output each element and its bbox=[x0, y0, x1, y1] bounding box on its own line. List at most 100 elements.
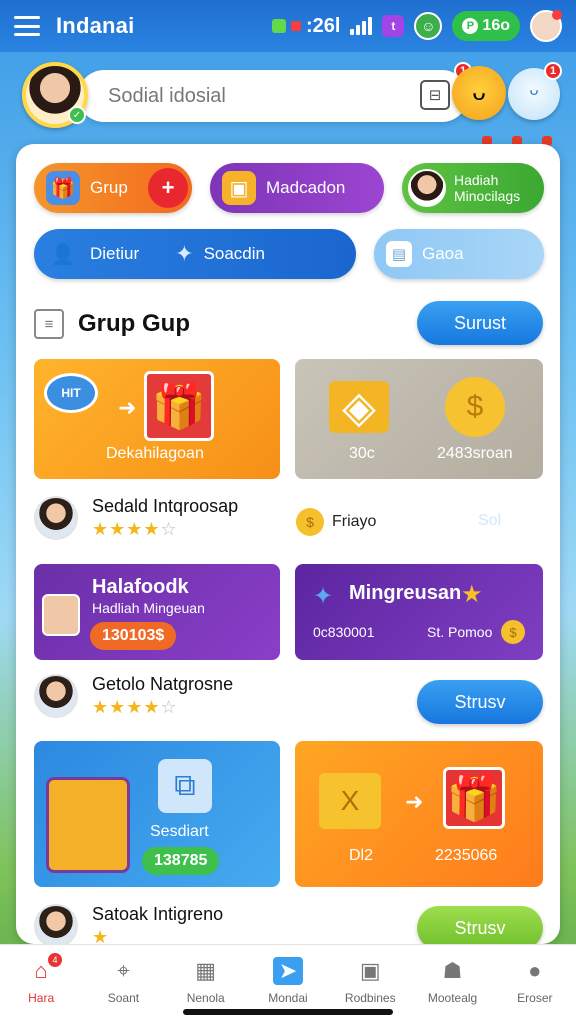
arrow-icon: ➜ bbox=[118, 395, 137, 420]
tile-2-right: 2483sroan bbox=[437, 445, 513, 462]
arrow-icon: ➜ bbox=[405, 789, 424, 814]
clock-red-mark: ■ bbox=[289, 14, 302, 37]
section-title: Grup Gup bbox=[78, 310, 190, 337]
box-icon: ▣ bbox=[222, 171, 256, 205]
gift-box-icon: 🎁 bbox=[443, 767, 505, 829]
side-reward[interactable]: $ Friayo bbox=[296, 508, 376, 536]
clock: ■ :26l bbox=[271, 14, 341, 38]
avatar bbox=[34, 496, 78, 540]
gaoa-button[interactable]: ▤ Gaoa bbox=[374, 229, 544, 279]
gift-icon: 🎁 bbox=[46, 171, 80, 205]
tile-5-price[interactable]: 138785 bbox=[142, 847, 220, 875]
menu-icon[interactable] bbox=[14, 16, 40, 36]
profile-avatar[interactable]: ✓ bbox=[22, 62, 88, 128]
document-icon: ≡ bbox=[34, 309, 64, 339]
list-item[interactable]: Sedald Intqroosap ★★★★☆ bbox=[34, 496, 238, 540]
treasure-box-icon: ◈ bbox=[329, 381, 389, 433]
notification-badge-icon[interactable]: t bbox=[382, 15, 405, 37]
add-icon[interactable]: + bbox=[148, 168, 188, 208]
hadiah-line-1: Hadiah bbox=[454, 172, 499, 188]
send-icon: ➤ bbox=[272, 957, 303, 985]
calendar-icon[interactable]: ⊟ bbox=[420, 80, 450, 110]
tile-6-right: 2235066 bbox=[435, 847, 498, 864]
grup-button[interactable]: 🎁 Grup + bbox=[34, 163, 192, 213]
list-item-action-button[interactable]: Strusv bbox=[417, 680, 543, 724]
nav-item-eroser[interactable]: ● Eroser bbox=[494, 945, 576, 1024]
coin-balance[interactable]: P 16o bbox=[452, 11, 520, 41]
nav-item-mootealg[interactable]: ☗ Mootealg bbox=[411, 945, 493, 1024]
list-item[interactable]: Satoak Intigreno ★ bbox=[34, 904, 223, 944]
dietiur-soacdin-bar: 👤 Dietiur ✦ Soacdin bbox=[34, 229, 356, 279]
search-box[interactable]: ⊟ 1 bbox=[78, 62, 472, 122]
tile-2-left: 30c bbox=[349, 445, 375, 462]
gift-box-icon: 🎁 bbox=[144, 371, 214, 441]
gift-exchange-tile[interactable]: X ➜ 🎁 Dl2 2235066 bbox=[295, 741, 543, 887]
box-icon: ▦ bbox=[195, 958, 217, 983]
avatar bbox=[34, 904, 78, 944]
avatar bbox=[34, 674, 78, 718]
main-card: 🎁 Grup + ▣ Madcadon Hadiah Minocilags 👤 … bbox=[16, 144, 560, 944]
list-item[interactable]: Getolo Natgrosne ★★★★☆ bbox=[34, 674, 233, 718]
coin-stack-icon: $ bbox=[445, 377, 505, 437]
nav-item-hara[interactable]: ⌂ 4 Hara bbox=[0, 945, 82, 1024]
family-photo bbox=[46, 777, 130, 873]
treasure-box-icon: X bbox=[319, 773, 381, 829]
nav-label: Mootealg bbox=[427, 991, 478, 1005]
coin-icon: P bbox=[462, 18, 479, 34]
group-icon: ☗ bbox=[442, 958, 463, 983]
profile-icon: ● bbox=[528, 958, 542, 983]
coin-icon: $ bbox=[501, 620, 525, 644]
coin-value: 16o bbox=[482, 17, 510, 34]
chat-badge: 1 bbox=[544, 62, 562, 80]
avatar bbox=[42, 594, 80, 636]
tile-3-subtitle: Hadliah Mingeuan bbox=[92, 600, 205, 616]
battery-icon bbox=[271, 19, 286, 33]
nav-item-soant[interactable]: ⌖ Soant bbox=[82, 945, 164, 1024]
rating-stars: ★★★★☆ bbox=[92, 519, 178, 539]
gift-icon: ▣ bbox=[359, 958, 381, 983]
nav-label: Rodbines bbox=[344, 991, 396, 1005]
nav-label: Soant bbox=[107, 991, 140, 1005]
rating-stars: ★ bbox=[92, 927, 110, 944]
verified-icon: ✓ bbox=[68, 106, 86, 124]
speech-bubble: HIT bbox=[44, 373, 98, 413]
friend-avatar[interactable]: ☺ bbox=[414, 12, 443, 40]
tile-1-label: Dekahilagoan bbox=[106, 445, 204, 462]
home-indicator[interactable] bbox=[183, 1009, 393, 1015]
top-app-bar: Indanai ■ :26l t ☺ P 16o bbox=[0, 0, 576, 52]
nav-badge: 4 bbox=[48, 953, 62, 967]
tile-3-price[interactable]: 130103$ bbox=[90, 622, 177, 650]
bear-mascot-icon[interactable]: ᴗ bbox=[452, 66, 506, 120]
reward-tile-gift[interactable]: HIT ➜ 🎁 Dekahilagoan bbox=[34, 359, 280, 479]
search-input[interactable] bbox=[108, 84, 368, 108]
search-row: ⊟ 1 ✓ ᴗ ᵕ 1 bbox=[22, 62, 562, 146]
clock-time: :26l bbox=[305, 14, 341, 37]
section-action-button[interactable]: Surust bbox=[417, 301, 543, 345]
puzzle-icon: ✦ bbox=[313, 583, 334, 610]
nav-label: Nenola bbox=[186, 991, 225, 1005]
star-icon: ★ bbox=[461, 581, 483, 608]
gaoa-label: Gaoa bbox=[422, 244, 464, 263]
list-item-name: Getolo Natgrosne bbox=[92, 674, 234, 694]
family-tile[interactable]: ⧉ Sesdiart 138785 bbox=[34, 741, 280, 887]
chat-mascot-icon[interactable]: ᵕ 1 bbox=[508, 62, 562, 120]
dietiur-label[interactable]: Dietiur bbox=[90, 244, 139, 264]
hadiah-avatar bbox=[408, 169, 446, 207]
reward-tile-coins[interactable]: ◈ $ 30c 2483sroan bbox=[295, 359, 543, 479]
list-item-name: Satoak Intigreno bbox=[92, 904, 224, 924]
badge-icon: ✦ bbox=[175, 241, 194, 266]
tile-3-title: Halafoodk bbox=[92, 576, 189, 598]
list-item-action-button[interactable]: Strusv bbox=[417, 906, 543, 944]
signal-icon bbox=[350, 17, 373, 35]
nav-label: Eroser bbox=[517, 991, 553, 1005]
promo-tile-mingreusan[interactable]: ✦ Mingreusan ★ 0c830001 St. Pomoo $ bbox=[295, 564, 543, 660]
tile-4-left: 0c830001 bbox=[313, 624, 375, 640]
side-reward-label: Friayo bbox=[332, 513, 377, 530]
promo-tile-halafoodk[interactable]: Halafoodk Hadliah Mingeuan 130103$ bbox=[34, 564, 280, 660]
tile-5-label: Sesdiart bbox=[150, 823, 209, 840]
hadiah-button[interactable]: Hadiah Minocilags bbox=[402, 163, 544, 213]
user-avatar[interactable] bbox=[530, 10, 562, 42]
soacdin-label[interactable]: Soacdin bbox=[204, 244, 265, 264]
madcadon-button[interactable]: ▣ Madcadon bbox=[210, 163, 384, 213]
hadiah-line-2: Minocilags bbox=[454, 188, 521, 204]
